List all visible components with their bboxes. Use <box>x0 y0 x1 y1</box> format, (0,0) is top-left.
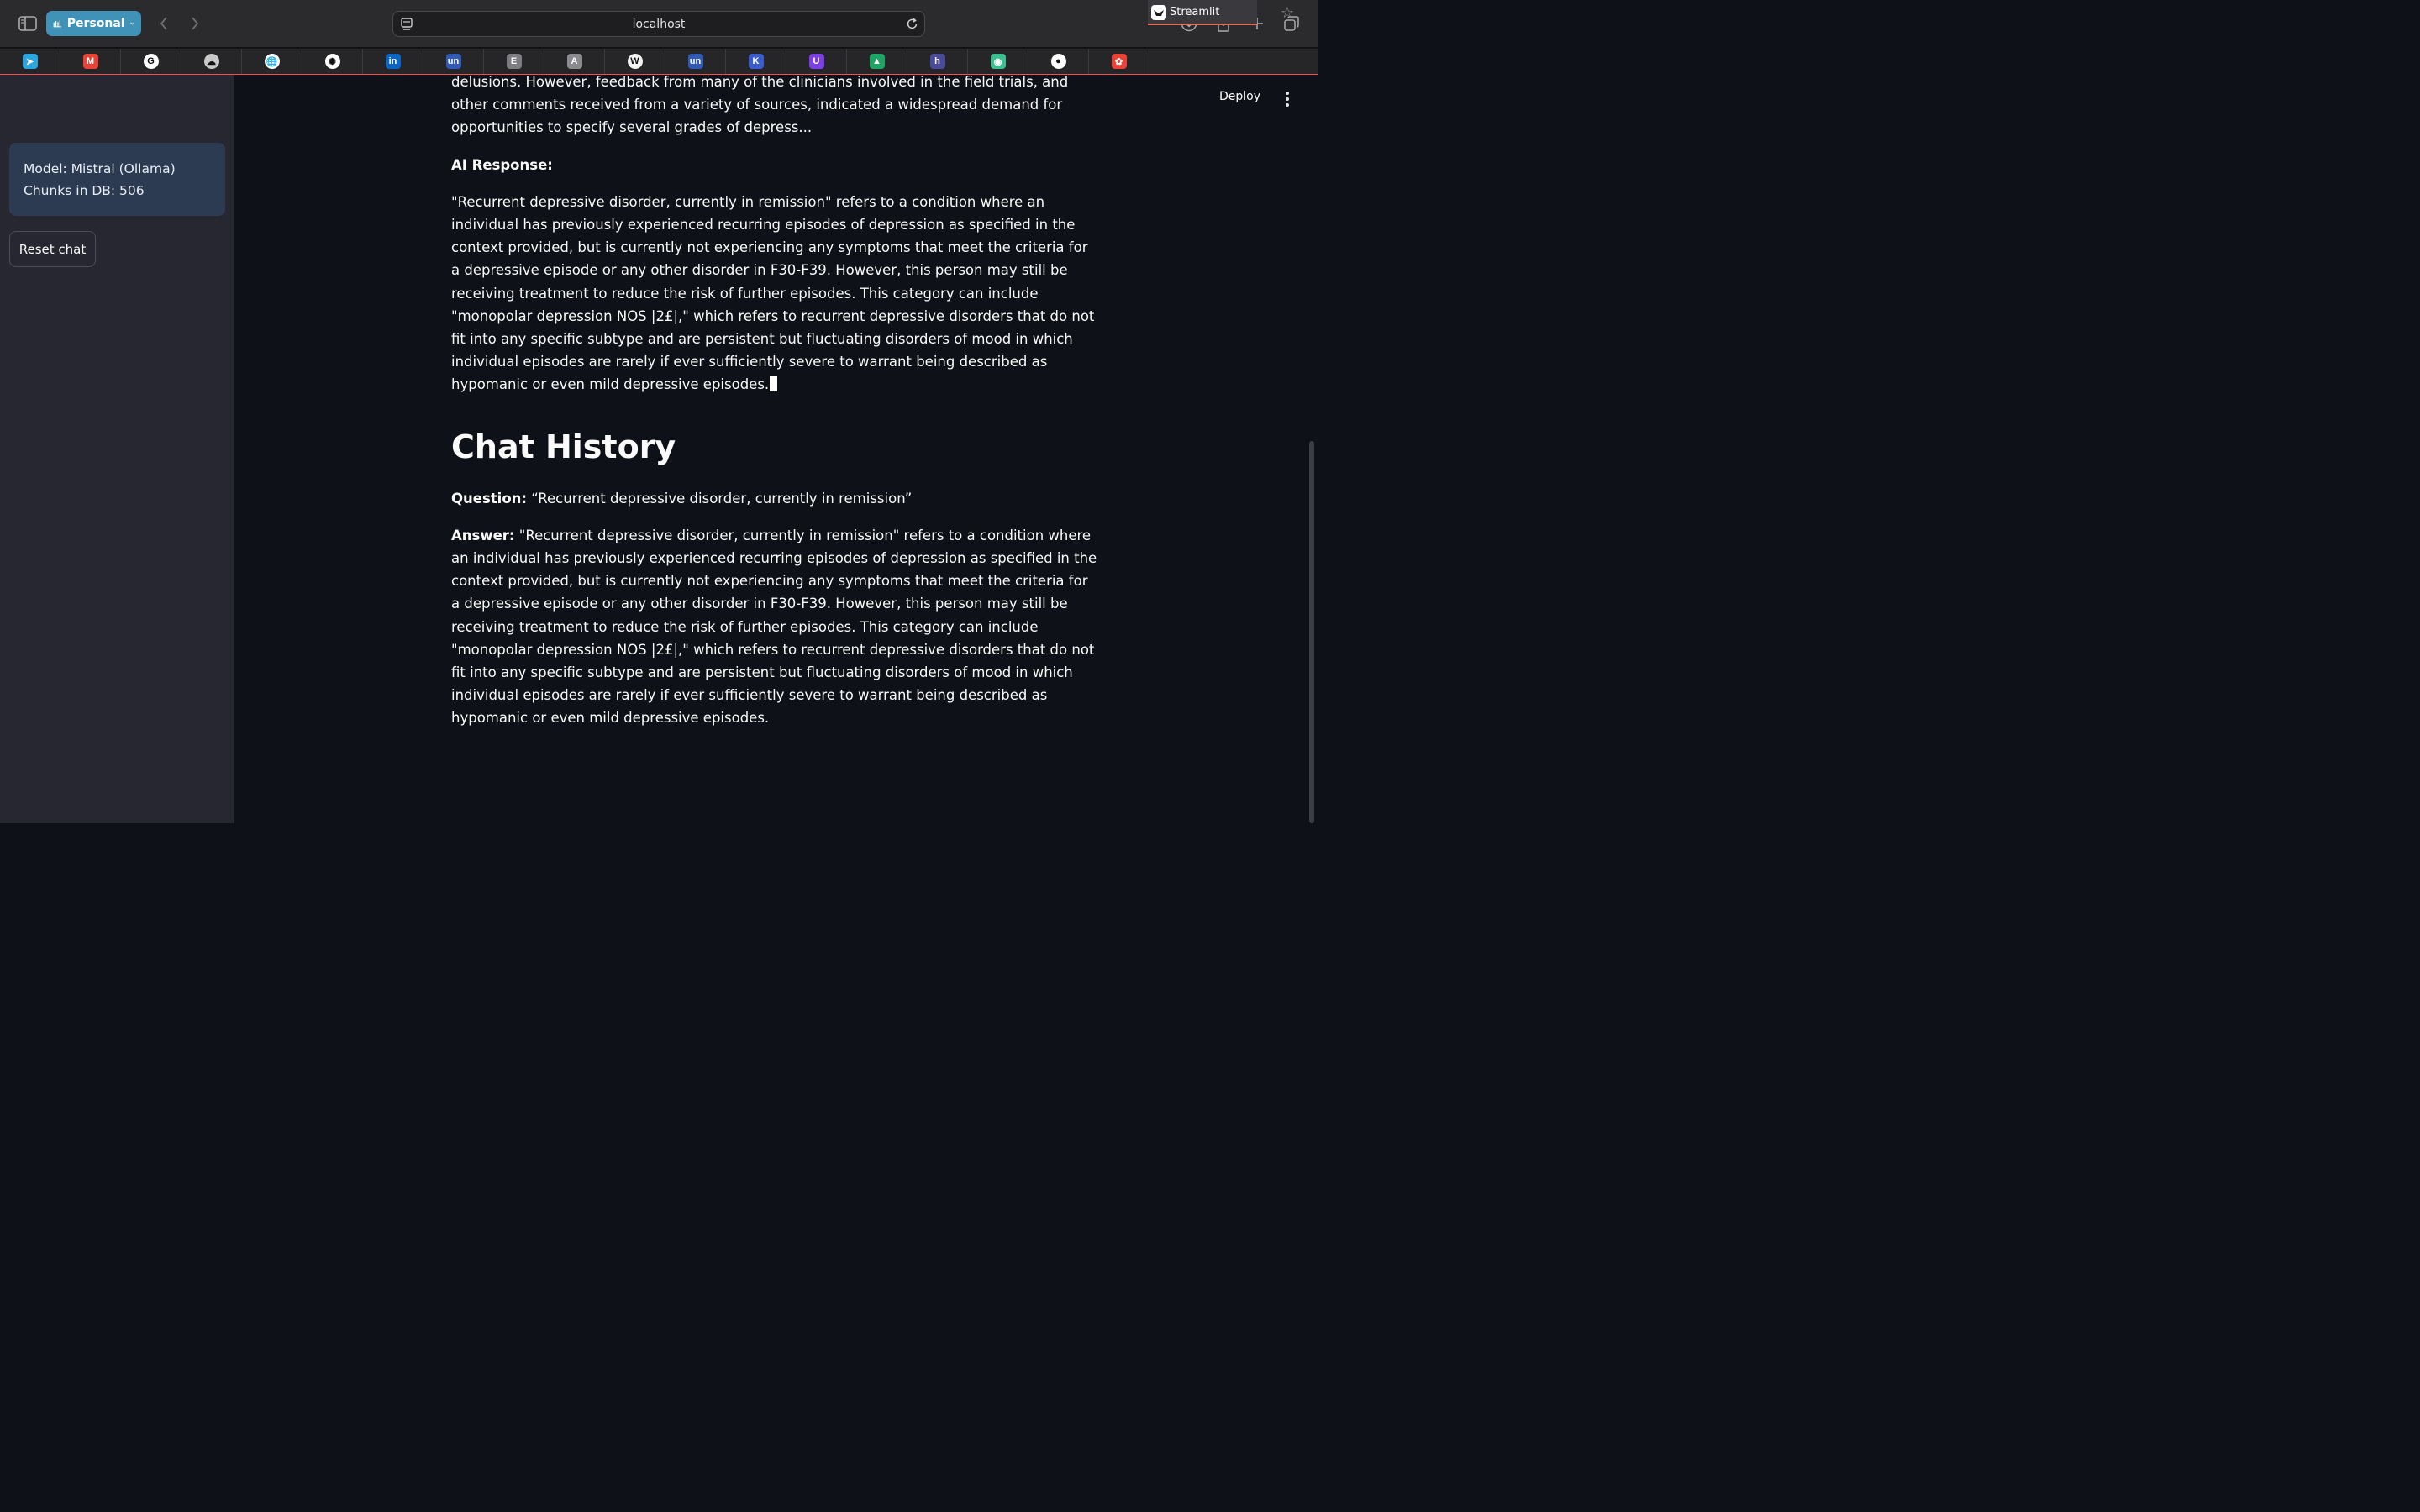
ai-response-text: "Recurrent depressive disorder, currentl… <box>451 191 1098 396</box>
kaggle-icon: K <box>748 54 764 69</box>
reload-icon[interactable] <box>905 17 919 31</box>
answer-text: "Recurrent depressive disorder, currentl… <box>451 527 1097 727</box>
bookmark-item[interactable]: ◉ <box>968 49 1028 74</box>
github-icon: ● <box>1050 54 1066 69</box>
bookmark-item[interactable]: in <box>363 49 424 74</box>
bookmark-item[interactable]: un <box>666 49 726 74</box>
bookmark-item[interactable]: U <box>786 49 847 74</box>
chunks-label: Chunks in DB: 506 <box>24 183 145 198</box>
bookmark-item[interactable]: un <box>424 49 484 74</box>
bookmark-item[interactable]: ☁ <box>182 49 242 74</box>
sidebar-toggle-icon[interactable] <box>16 12 39 35</box>
scrollbar-thumb[interactable] <box>1309 441 1314 823</box>
browser-toolbar: Personal localhost <box>0 0 1318 47</box>
question-label: Question: <box>451 490 528 507</box>
bookmark-item[interactable]: W <box>605 49 666 74</box>
page-icon <box>401 18 413 30</box>
a-icon: A <box>566 54 582 69</box>
sidebar: Model: Mistral (Ollama) Chunks in DB: 50… <box>0 75 234 823</box>
question-text: “Recurrent depressive disorder, currentl… <box>531 490 913 507</box>
ai-response-body: "Recurrent depressive disorder, currentl… <box>451 193 1095 393</box>
bookmark-item[interactable]: K <box>726 49 786 74</box>
bookmarks-bar: ➤ M G ☁ 🌐 ✺ in un E A Wun K U ▲ h ◉ ● ✿ <box>0 48 1318 74</box>
deploy-button[interactable]: Deploy <box>1219 90 1260 103</box>
bookmark-item[interactable]: ➤ <box>0 49 60 74</box>
chat-icon: ◉ <box>990 54 1006 69</box>
gmail-icon: M <box>82 54 98 69</box>
active-tab-label: Streamlit <box>1170 5 1220 18</box>
chat-content: delusions. However, feedback from many o… <box>451 75 1098 730</box>
unstop-icon: un <box>445 54 461 69</box>
photos-icon: ✿ <box>1111 54 1127 69</box>
bookmark-item[interactable]: A <box>544 49 605 74</box>
bookmark-item[interactable]: ▲ <box>847 49 908 74</box>
forward-icon[interactable] <box>183 12 207 35</box>
chat-history-title: Chat History <box>451 428 676 465</box>
google-icon: G <box>143 54 159 69</box>
w-icon: W <box>627 54 643 69</box>
streaming-cursor <box>770 376 778 392</box>
history-question: Question: “Recurrent depressive disorder… <box>451 487 1098 510</box>
main-content: delusions. However, feedback from many o… <box>234 75 1318 823</box>
profile-button[interactable]: Personal <box>46 11 141 36</box>
linkedin-icon: in <box>385 54 401 69</box>
address-bar[interactable]: localhost <box>392 11 925 37</box>
model-info-box: Model: Mistral (Ollama) Chunks in DB: 50… <box>9 143 225 216</box>
answer-label: Answer: <box>451 527 515 543</box>
globe-icon: 🌐 <box>264 54 280 69</box>
cloud-icon: ☁ <box>203 54 219 69</box>
reset-chat-button[interactable]: Reset chat <box>9 231 96 267</box>
telegram-icon: ➤ <box>22 54 38 69</box>
bookmark-item[interactable]: E <box>484 49 544 74</box>
u-icon: U <box>808 54 824 69</box>
tab-streamlit[interactable]: Streamlit <box>1148 0 1257 25</box>
unstop-icon: un <box>687 54 703 69</box>
profile-label: Personal <box>66 17 125 30</box>
e-icon: E <box>506 54 522 69</box>
url-text: localhost <box>632 17 686 31</box>
openai-icon: ✺ <box>324 54 340 69</box>
chevron-down-icon <box>129 22 134 25</box>
bookmark-item[interactable]: G <box>121 49 182 74</box>
bookmark-item[interactable]: ✺ <box>302 49 363 74</box>
h-icon: h <box>929 54 945 69</box>
bookmark-item[interactable]: 🌐 <box>242 49 302 74</box>
ai-response-label: AI Response: <box>451 156 553 173</box>
back-icon[interactable] <box>152 12 176 35</box>
streamlit-icon <box>1151 5 1166 20</box>
star-icon[interactable]: ☆ <box>1277 4 1297 23</box>
drive-icon: ▲ <box>869 54 885 69</box>
model-label: Model: Mistral (Ollama) <box>24 161 176 176</box>
bookmark-item[interactable]: h <box>908 49 968 74</box>
context-text: delusions. However, feedback from many o… <box>451 75 1069 136</box>
bookmark-item[interactable]: ● <box>1028 49 1089 74</box>
history-answer: Answer: "Recurrent depressive disorder, … <box>451 524 1098 730</box>
bookmark-item[interactable]: M <box>60 49 121 74</box>
bookmark-item[interactable]: ✿ <box>1089 49 1150 74</box>
main-menu-icon[interactable] <box>1282 92 1292 107</box>
profile-icon <box>53 20 62 28</box>
